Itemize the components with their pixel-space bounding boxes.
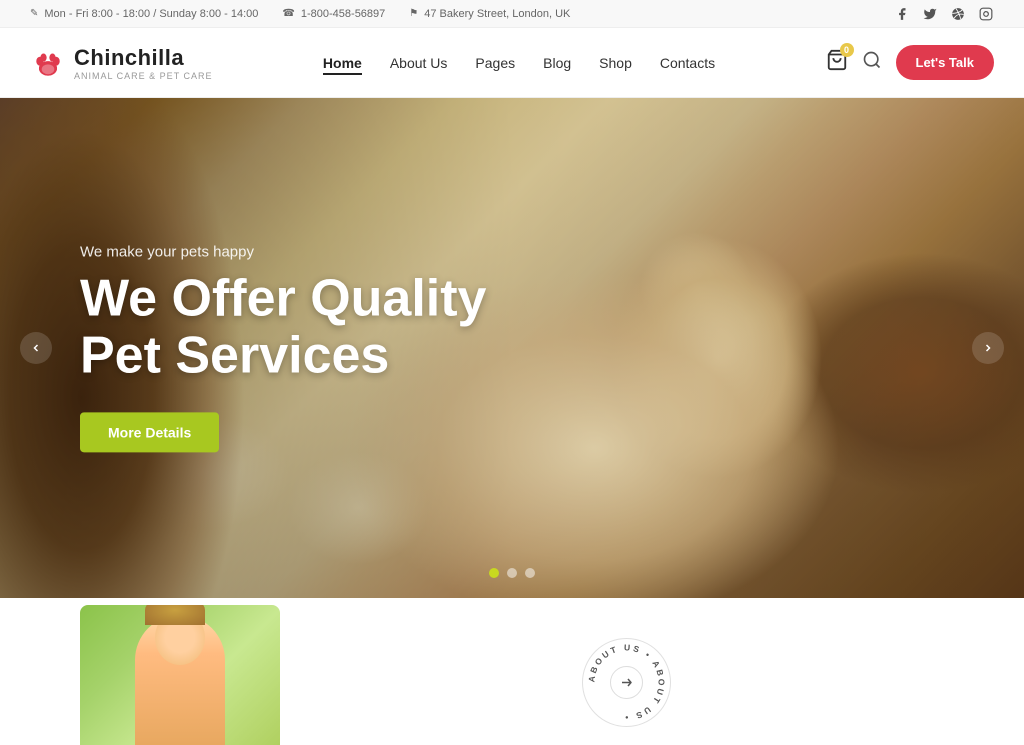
logo-brand-name: Chinchilla bbox=[74, 45, 213, 71]
cart-button[interactable]: 0 bbox=[826, 49, 848, 76]
logo[interactable]: Chinchilla Animal Care & Pet Care bbox=[30, 45, 213, 81]
main-nav: Home About Us Pages Blog Shop Contacts bbox=[323, 55, 715, 71]
top-bar: ✎ Mon - Fri 8:00 - 18:00 / Sunday 8:00 -… bbox=[0, 0, 1024, 28]
nav-pages[interactable]: Pages bbox=[475, 55, 515, 71]
below-hero-section: ABOUT US • ABOUT US • bbox=[0, 598, 1024, 745]
hero-dot-3[interactable] bbox=[525, 568, 535, 578]
logo-text-group: Chinchilla Animal Care & Pet Care bbox=[74, 45, 213, 81]
header: Chinchilla Animal Care & Pet Care Home A… bbox=[0, 28, 1024, 98]
logo-tagline: Animal Care & Pet Care bbox=[74, 71, 213, 81]
hero-dot-1[interactable] bbox=[489, 568, 499, 578]
hero-subtitle: We make your pets happy bbox=[80, 243, 486, 260]
chevron-left-icon bbox=[30, 342, 42, 354]
hero-next-button[interactable] bbox=[972, 332, 1004, 364]
clock-icon: ✎ bbox=[30, 8, 38, 19]
nav-home[interactable]: Home bbox=[323, 55, 362, 71]
phone-text: 1-800-458-56897 bbox=[301, 8, 385, 20]
chevron-right-icon bbox=[982, 342, 994, 354]
about-person-image bbox=[80, 605, 280, 745]
hero-title: We Offer QualityPet Services bbox=[80, 270, 486, 384]
twitter-icon[interactable] bbox=[922, 6, 938, 22]
nav-shop[interactable]: Shop bbox=[599, 55, 632, 71]
address-text: 47 Bakery Street, London, UK bbox=[424, 8, 570, 20]
search-icon bbox=[862, 50, 882, 70]
facebook-icon[interactable] bbox=[894, 6, 910, 22]
about-circle-svg: ABOUT US • ABOUT US • bbox=[579, 635, 674, 730]
search-button[interactable] bbox=[862, 50, 882, 75]
social-links bbox=[894, 6, 994, 22]
phone-icon: ☎ bbox=[282, 8, 294, 19]
paw-logo-icon bbox=[30, 45, 66, 81]
cart-badge: 0 bbox=[840, 43, 854, 57]
person-hair bbox=[145, 605, 205, 625]
dribbble-icon[interactable] bbox=[950, 6, 966, 22]
nav-contacts[interactable]: Contacts bbox=[660, 55, 715, 71]
instagram-icon[interactable] bbox=[978, 6, 994, 22]
about-us-circle: ABOUT US • ABOUT US • bbox=[579, 635, 674, 730]
nav-blog[interactable]: Blog bbox=[543, 55, 571, 71]
top-bar-info: ✎ Mon - Fri 8:00 - 18:00 / Sunday 8:00 -… bbox=[30, 8, 570, 20]
schedule-item: ✎ Mon - Fri 8:00 - 18:00 / Sunday 8:00 -… bbox=[30, 8, 258, 20]
location-icon: ⚑ bbox=[409, 8, 418, 19]
lets-talk-button[interactable]: Let's Talk bbox=[896, 45, 994, 80]
hero-cta-button[interactable]: More Details bbox=[80, 413, 219, 453]
hero-dot-2[interactable] bbox=[507, 568, 517, 578]
phone-item: ☎ 1-800-458-56897 bbox=[282, 8, 385, 20]
address-item: ⚑ 47 Bakery Street, London, UK bbox=[409, 8, 570, 20]
hero-prev-button[interactable] bbox=[20, 332, 52, 364]
nav-about[interactable]: About Us bbox=[390, 55, 448, 71]
schedule-text: Mon - Fri 8:00 - 18:00 / Sunday 8:00 - 1… bbox=[44, 8, 258, 20]
hero-section: We make your pets happy We Offer Quality… bbox=[0, 98, 1024, 598]
header-actions: 0 Let's Talk bbox=[826, 45, 994, 80]
hero-pagination bbox=[489, 568, 535, 578]
hero-content: We make your pets happy We Offer Quality… bbox=[80, 243, 486, 452]
